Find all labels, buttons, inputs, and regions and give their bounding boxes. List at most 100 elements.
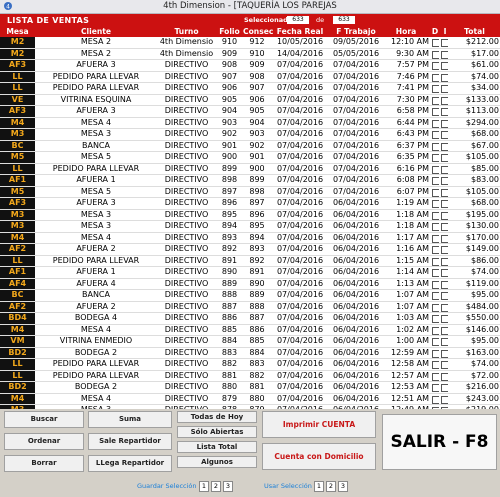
invoiced-checkbox[interactable] [441, 177, 448, 185]
table-row[interactable]: AF2 AFUERA 2 DIRECTIVO 887 888 07/04/2016 06/0… [0, 301, 500, 313]
invoiced-checkbox[interactable] [441, 246, 448, 254]
delivered-checkbox[interactable] [432, 257, 439, 266]
invoiced-checkbox[interactable] [441, 234, 448, 243]
cuenta-con-domicilio-button[interactable]: Cuenta con Domicilio [262, 443, 376, 470]
llega-repartidor-button[interactable]: LLega Repartidor [88, 455, 172, 472]
invoiced-checkbox[interactable] [441, 142, 448, 151]
delivered-checkbox[interactable] [432, 292, 439, 300]
algunos-button[interactable]: Algunos [177, 456, 257, 468]
table-row[interactable]: LL PEDIDO PARA LLEVAR DIRECTIVO 882 883 07/04… [0, 359, 500, 371]
invoiced-checkbox[interactable] [441, 200, 448, 208]
delivered-checkbox[interactable] [432, 361, 439, 369]
invoiced-checkbox[interactable] [441, 154, 448, 162]
salir-button[interactable]: SALIR - F8 [382, 414, 497, 470]
table-row[interactable]: LL PEDIDO PARA LLEVAR DIRECTIVO 907 908 07/04… [0, 71, 500, 83]
borrar-button[interactable]: Borrar [4, 455, 84, 472]
invoiced-checkbox[interactable] [441, 303, 448, 312]
delivered-checkbox[interactable] [432, 188, 439, 197]
invoiced-checkbox[interactable] [441, 349, 448, 358]
delivered-checkbox[interactable] [432, 234, 439, 243]
delivered-checkbox[interactable] [432, 165, 439, 174]
invoiced-checkbox[interactable] [441, 211, 448, 220]
delivered-checkbox[interactable] [432, 223, 439, 231]
delivered-checkbox[interactable] [432, 326, 439, 335]
delivered-checkbox[interactable] [432, 372, 439, 381]
table-row[interactable]: AF4 AFUERA 4 DIRECTIVO 889 890 07/04/2016 06/0… [0, 278, 500, 290]
table-row[interactable]: AF3 AFUERA 3 DIRECTIVO 896 897 07/04/2016 06/0… [0, 198, 500, 210]
table-row[interactable]: M4 MESA 4 DIRECTIVO 879 880 07/04/2016 06/04/2… [0, 393, 500, 405]
invoiced-checkbox[interactable] [441, 223, 448, 231]
table-row[interactable]: LL PEDIDO PARA LLEVAR DIRECTIVO 881 882 07/04… [0, 370, 500, 382]
col-header-folio[interactable]: Folio [217, 27, 242, 37]
delivered-checkbox[interactable] [432, 96, 439, 105]
sale-repartidor-button[interactable]: Sale Repartidor [88, 433, 172, 450]
usar-slot-3-button[interactable]: 3 [338, 481, 348, 492]
solo-abiertas-button[interactable]: Sólo Abiertas [177, 426, 257, 438]
table-row[interactable]: M4 MESA 4 DIRECTIVO 893 894 07/04/2016 06/04/2… [0, 232, 500, 244]
invoiced-checkbox[interactable] [441, 108, 448, 116]
table-row[interactable]: LL PEDIDO PARA LLEVAR DIRECTIVO 899 900 07/04… [0, 163, 500, 175]
invoiced-checkbox[interactable] [441, 96, 448, 105]
invoiced-checkbox[interactable] [441, 269, 448, 277]
col-header-f-trabajo[interactable]: F Trabajo [329, 27, 383, 37]
delivered-checkbox[interactable] [432, 200, 439, 208]
table-row[interactable]: BC BANCA DIRECTIVO 901 902 07/04/2016 07/04/20… [0, 140, 500, 152]
delivered-checkbox[interactable] [432, 246, 439, 254]
table-row[interactable]: BD4 BODEGA 4 DIRECTIVO 886 887 07/04/2016 06/0… [0, 313, 500, 325]
delivered-checkbox[interactable] [432, 211, 439, 220]
guardar-slot-3-button[interactable]: 3 [223, 481, 233, 492]
table-row[interactable]: M4 MESA 4 DIRECTIVO 885 886 07/04/2016 06/04/2… [0, 324, 500, 336]
invoiced-checkbox[interactable] [441, 62, 448, 70]
table-row[interactable]: BD2 BODEGA 2 DIRECTIVO 880 881 07/04/2016 06/0… [0, 382, 500, 394]
invoiced-checkbox[interactable] [441, 361, 448, 369]
delivered-checkbox[interactable] [432, 349, 439, 358]
invoiced-checkbox[interactable] [441, 257, 448, 266]
guardar-slot-2-button[interactable]: 2 [211, 481, 221, 492]
invoiced-checkbox[interactable] [441, 188, 448, 197]
invoiced-checkbox[interactable] [441, 73, 448, 82]
delivered-checkbox[interactable] [432, 395, 439, 404]
delivered-checkbox[interactable] [432, 119, 439, 128]
table-row[interactable]: VM VITRINA ENMEDIO DIRECTIVO 884 885 07/04/20… [0, 336, 500, 348]
col-header-hora[interactable]: Hora [383, 27, 429, 37]
invoiced-checkbox[interactable] [441, 292, 448, 300]
table-row[interactable]: LL PEDIDO PARA LLEVAR DIRECTIVO 891 892 07/04… [0, 255, 500, 267]
delivered-checkbox[interactable] [432, 269, 439, 277]
table-row[interactable]: M4 MESA 4 DIRECTIVO 903 904 07/04/2016 07/04/2… [0, 117, 500, 129]
table-row[interactable]: M3 MESA 3 DIRECTIVO 894 895 07/04/2016 06/04/2… [0, 221, 500, 233]
invoiced-checkbox[interactable] [441, 39, 448, 47]
table-row[interactable]: AF3 AFUERA 3 DIRECTIVO 904 905 07/04/2016 07/0… [0, 106, 500, 118]
delivered-checkbox[interactable] [432, 62, 439, 70]
table-row[interactable]: M2 MESA 2 4th Dimensio 910 912 10/05/2016 09/0… [0, 37, 500, 49]
delivered-checkbox[interactable] [432, 154, 439, 162]
delivered-checkbox[interactable] [432, 39, 439, 47]
lista-total-button[interactable]: Lista Total [177, 441, 257, 453]
invoiced-checkbox[interactable] [441, 372, 448, 381]
delivered-checkbox[interactable] [432, 384, 439, 392]
invoiced-checkbox[interactable] [441, 338, 448, 346]
col-header-d[interactable]: D [430, 27, 440, 37]
table-row[interactable]: M5 MESA 5 DIRECTIVO 900 901 07/04/2016 07/04/2… [0, 152, 500, 164]
table-row[interactable]: AF1 AFUERA 1 DIRECTIVO 890 891 07/04/2016 06/0… [0, 267, 500, 279]
col-header-fecha-real[interactable]: Fecha Real [272, 27, 328, 37]
delivered-checkbox[interactable] [432, 85, 439, 93]
delivered-checkbox[interactable] [432, 50, 439, 59]
invoiced-checkbox[interactable] [441, 315, 448, 323]
invoiced-checkbox[interactable] [441, 395, 448, 404]
buscar-button[interactable]: Buscar [4, 411, 84, 428]
col-header-mesa[interactable]: Mesa [0, 27, 35, 37]
guardar-slot-1-button[interactable]: 1 [199, 481, 209, 492]
col-header-total[interactable]: Total [450, 27, 499, 37]
delivered-checkbox[interactable] [432, 108, 439, 116]
usar-slot-1-button[interactable]: 1 [314, 481, 324, 492]
table-row[interactable]: AF3 AFUERA 3 DIRECTIVO 908 909 07/04/2016 07/0… [0, 60, 500, 72]
invoiced-checkbox[interactable] [441, 326, 448, 335]
delivered-checkbox[interactable] [432, 280, 439, 289]
invoiced-checkbox[interactable] [441, 119, 448, 128]
delivered-checkbox[interactable] [432, 315, 439, 323]
table-row[interactable]: BD2 BODEGA 2 DIRECTIVO 883 884 07/04/2016 06/0… [0, 347, 500, 359]
delivered-checkbox[interactable] [432, 73, 439, 82]
table-row[interactable]: VE VITRINA ESQUINA DIRECTIVO 905 906 07/04/20… [0, 94, 500, 106]
invoiced-checkbox[interactable] [441, 384, 448, 392]
invoiced-checkbox[interactable] [441, 85, 448, 93]
